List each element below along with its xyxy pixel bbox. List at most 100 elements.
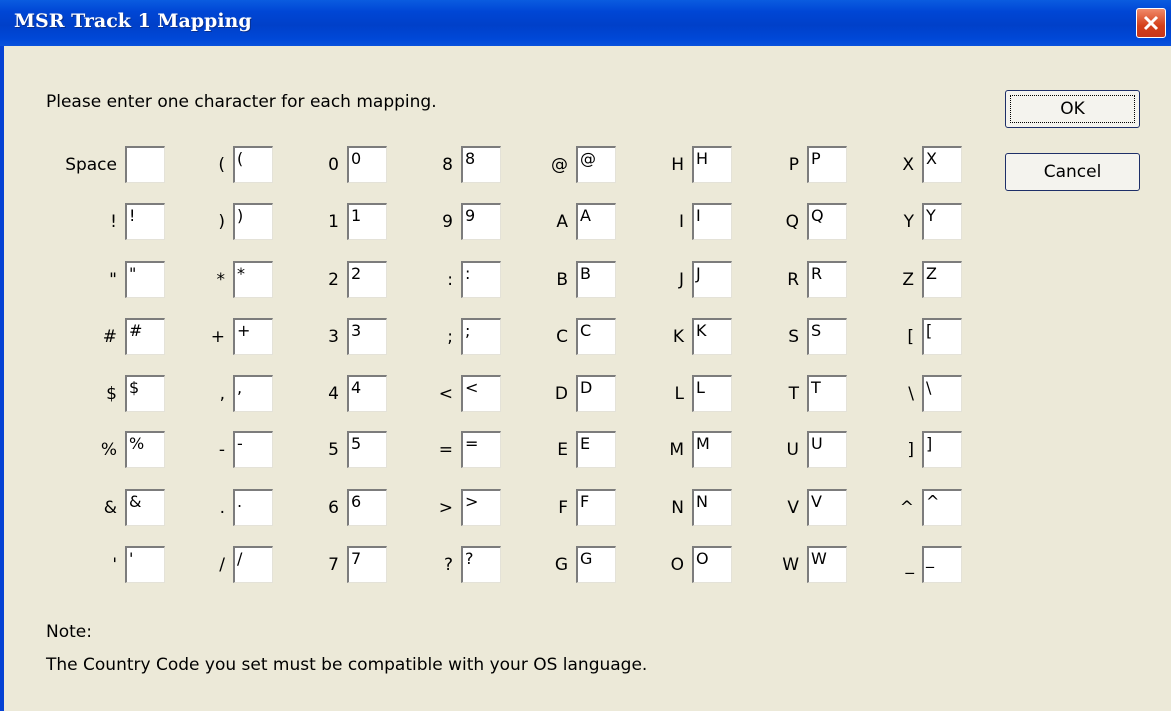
mapping-label: 3 (328, 327, 339, 347)
mapping-label: 6 (328, 498, 339, 518)
title-bar[interactable]: MSR Track 1 Mapping (0, 0, 1171, 46)
mapping-input[interactable]: 4 (347, 375, 387, 412)
mapping-input[interactable]: A (576, 203, 616, 240)
mapping-input[interactable]: ) (233, 203, 273, 240)
mapping-label: B (556, 270, 568, 290)
window-border (0, 46, 4, 711)
mapping-label: Z (902, 270, 914, 290)
mapping-label: V (787, 498, 799, 518)
mapping-input[interactable]: 0 (347, 146, 387, 183)
mapping-input[interactable]: G (576, 546, 616, 583)
mapping-label: ( (218, 155, 225, 175)
mapping-label: G (554, 555, 568, 575)
mapping-input[interactable]: H (692, 146, 732, 183)
mapping-input[interactable]: , (233, 375, 273, 412)
mapping-input[interactable]: E (576, 431, 616, 468)
mapping-input[interactable]: * (233, 261, 273, 298)
mapping-input[interactable]: O (692, 546, 732, 583)
mapping-input[interactable]: . (233, 489, 273, 526)
mapping-input[interactable]: 8 (461, 146, 501, 183)
cancel-button[interactable]: Cancel (1005, 153, 1140, 191)
mapping-input[interactable]: 7 (347, 546, 387, 583)
cancel-button-label: Cancel (1043, 162, 1102, 182)
mapping-label: O (670, 555, 684, 575)
mapping-input[interactable]: ! (125, 203, 165, 240)
mapping-input[interactable]: @ (576, 146, 616, 183)
mapping-label: E (557, 440, 568, 460)
mapping-input[interactable]: S (807, 318, 847, 355)
mapping-input[interactable]: [ (922, 318, 962, 355)
close-button[interactable] (1136, 8, 1166, 38)
mapping-input[interactable]: 6 (347, 489, 387, 526)
mapping-input[interactable]: < (461, 375, 501, 412)
mapping-input[interactable]: _ (922, 546, 962, 583)
mapping-input[interactable]: 9 (461, 203, 501, 240)
mapping-input[interactable]: D (576, 375, 616, 412)
mapping-input[interactable]: U (807, 431, 847, 468)
mapping-input[interactable]: C (576, 318, 616, 355)
mapping-input[interactable]: N (692, 489, 732, 526)
mapping-input[interactable]: Z (922, 261, 962, 298)
mapping-input[interactable]: F (576, 489, 616, 526)
mapping-input[interactable]: P (807, 146, 847, 183)
mapping-input[interactable]: Q (807, 203, 847, 240)
mapping-input[interactable]: & (125, 489, 165, 526)
mapping-input[interactable]: ^ (922, 489, 962, 526)
mapping-input[interactable]: V (807, 489, 847, 526)
mapping-input[interactable]: W (807, 546, 847, 583)
mapping-input[interactable]: J (692, 261, 732, 298)
mapping-input[interactable]: ? (461, 546, 501, 583)
mapping-input[interactable]: " (125, 261, 165, 298)
note-heading: Note: (46, 622, 92, 642)
mapping-input[interactable]: K (692, 318, 732, 355)
mapping-label: S (788, 327, 799, 347)
mapping-input[interactable]: % (125, 431, 165, 468)
mapping-input[interactable]: / (233, 546, 273, 583)
mapping-input[interactable]: R (807, 261, 847, 298)
mapping-input[interactable]: M (692, 431, 732, 468)
mapping-input[interactable]: Y (922, 203, 962, 240)
mapping-input[interactable]: ' (125, 546, 165, 583)
mapping-input[interactable]: 1 (347, 203, 387, 240)
mapping-input[interactable]: L (692, 375, 732, 412)
mapping-label: ; (447, 327, 453, 347)
dialog-window: MSR Track 1 Mapping Please enter one cha… (0, 0, 1171, 711)
mapping-input[interactable]: B (576, 261, 616, 298)
mapping-label: > (438, 498, 453, 518)
mapping-input[interactable]: X (922, 146, 962, 183)
mapping-input[interactable]: + (233, 318, 273, 355)
mapping-input[interactable]: # (125, 318, 165, 355)
mapping-input[interactable] (125, 146, 165, 183)
mapping-input[interactable]: I (692, 203, 732, 240)
mapping-label: ' (112, 555, 117, 575)
mapping-label: I (678, 212, 684, 232)
mapping-label: K (672, 327, 684, 347)
mapping-label: T (788, 384, 799, 404)
mapping-input[interactable]: \ (922, 375, 962, 412)
mapping-input[interactable]: ] (922, 431, 962, 468)
mapping-label: J (678, 270, 684, 290)
mapping-label: " (109, 270, 117, 290)
ok-button[interactable]: OK (1005, 90, 1140, 128)
mapping-input[interactable]: T (807, 375, 847, 412)
mapping-label: # (102, 327, 117, 347)
mapping-label: Q (785, 212, 799, 232)
mapping-label: L (674, 384, 684, 404)
mapping-input[interactable]: $ (125, 375, 165, 412)
mapping-input[interactable]: 5 (347, 431, 387, 468)
mapping-input[interactable]: = (461, 431, 501, 468)
mapping-input[interactable]: 3 (347, 318, 387, 355)
mapping-label: 5 (328, 440, 339, 460)
mapping-label: W (782, 555, 799, 575)
mapping-input[interactable]: ; (461, 318, 501, 355)
mapping-input[interactable]: 2 (347, 261, 387, 298)
mapping-input[interactable]: ( (233, 146, 273, 183)
mapping-label: $ (106, 384, 117, 404)
mapping-label: & (103, 498, 117, 518)
window-title: MSR Track 1 Mapping (14, 10, 252, 32)
mapping-label: 0 (328, 155, 339, 175)
mapping-label: 1 (328, 212, 339, 232)
mapping-input[interactable]: : (461, 261, 501, 298)
mapping-input[interactable]: > (461, 489, 501, 526)
mapping-input[interactable]: - (233, 431, 273, 468)
